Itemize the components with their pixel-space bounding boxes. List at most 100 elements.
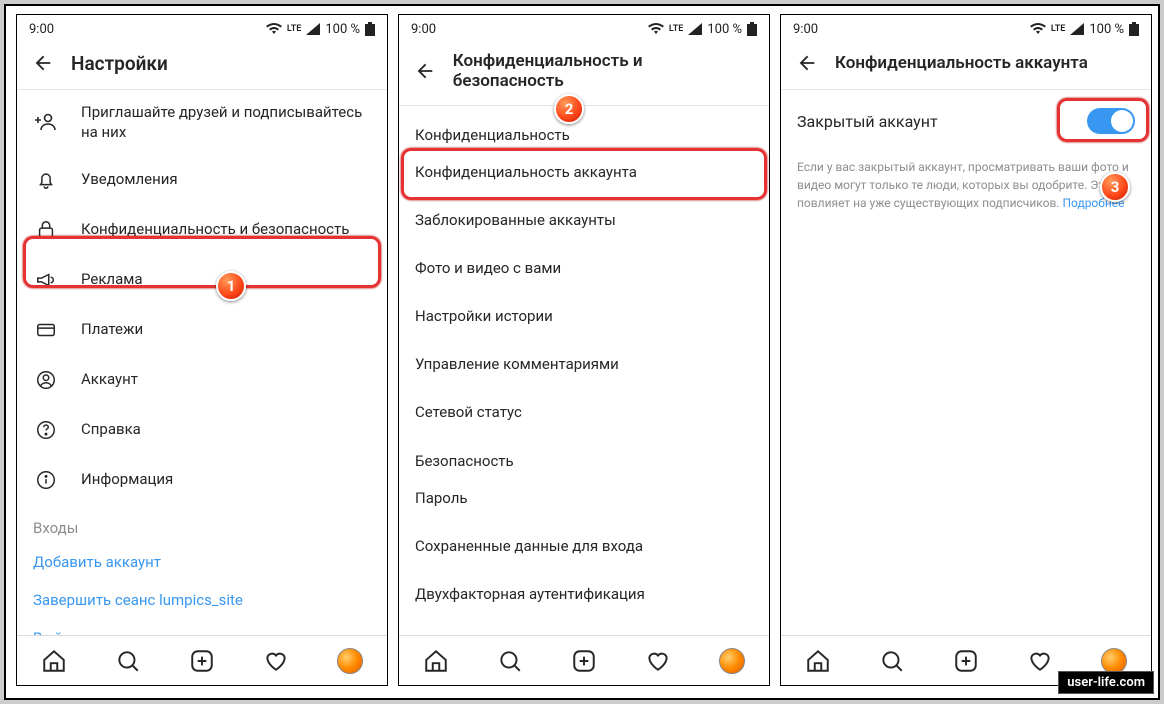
phone-privacy-security: 9:00 LTE 100 % Конфиденциальность и безо… <box>398 14 770 686</box>
bell-icon <box>33 167 59 193</box>
nav-home[interactable] <box>804 647 832 675</box>
row-password[interactable]: Пароль <box>399 474 769 522</box>
row-account[interactable]: Аккаунт <box>17 355 387 405</box>
lte-icon: LTE <box>1051 24 1065 34</box>
row-photos-videos[interactable]: Фото и видео с вами <box>399 244 769 292</box>
private-account-desc: Если у вас закрытый аккаунт, просматрива… <box>781 152 1151 218</box>
nav-activity[interactable] <box>644 647 672 675</box>
watermark: user-life.com <box>1058 671 1154 694</box>
battery-text: 100 % <box>1089 22 1124 37</box>
nav-profile[interactable] <box>718 647 746 675</box>
status-right: LTE 100 % <box>1030 22 1139 37</box>
nav-profile[interactable] <box>336 647 364 675</box>
row-help[interactable]: Справка <box>17 405 387 455</box>
row-privacy-security[interactable]: Конфиденциальность и безопасность <box>17 205 387 255</box>
nav-new-post[interactable] <box>570 647 598 675</box>
page-title: Конфиденциальность и безопасность <box>453 51 755 91</box>
bottom-nav <box>399 635 769 685</box>
phone-account-privacy: 9:00 LTE 100 % Конфиденциальность аккаун… <box>780 14 1152 686</box>
signal-icon <box>1070 23 1084 35</box>
link-logout-user[interactable]: Завершить сеанс lumpics_site <box>17 581 387 619</box>
wifi-icon <box>266 23 282 35</box>
nav-new-post[interactable] <box>952 647 980 675</box>
back-button[interactable] <box>413 59 437 83</box>
nav-activity[interactable] <box>262 647 290 675</box>
lte-icon: LTE <box>287 24 301 34</box>
status-right: LTE 100 % <box>266 22 375 37</box>
row-two-factor[interactable]: Двухфакторная аутентификация <box>399 570 769 618</box>
row-invite-friends[interactable]: Приглашайте друзей и подписывайтесь на н… <box>17 90 387 155</box>
nav-activity[interactable] <box>1026 647 1054 675</box>
private-account-label: Закрытый аккаунт <box>797 112 938 131</box>
settings-list: Приглашайте друзей и подписывайтесь на н… <box>17 90 387 635</box>
app-bar: Конфиденциальность аккаунта <box>781 43 1151 90</box>
status-bar: 9:00 LTE 100 % <box>399 15 769 43</box>
private-account-toggle[interactable] <box>1087 108 1135 134</box>
nav-home[interactable] <box>422 647 450 675</box>
megaphone-icon <box>33 267 59 293</box>
section-privacy: Конфиденциальность <box>399 106 769 148</box>
row-label: Платежи <box>81 319 143 339</box>
nav-home[interactable] <box>40 647 68 675</box>
user-icon <box>33 367 59 393</box>
step-badge-2: 2 <box>554 94 584 124</box>
row-label: Уведомления <box>81 169 178 189</box>
row-activity-status[interactable]: Сетевой статус <box>399 388 769 436</box>
lte-icon: LTE <box>669 24 683 34</box>
row-ads[interactable]: Реклама <box>17 255 387 305</box>
link-logout-all[interactable]: Выйти из всех аккаунтов <box>17 619 387 636</box>
avatar-icon <box>1101 648 1127 674</box>
wifi-icon <box>1030 23 1046 35</box>
row-label: Аккаунт <box>81 369 138 389</box>
add-user-icon <box>33 109 59 135</box>
row-payments[interactable]: Платежи <box>17 305 387 355</box>
row-notifications[interactable]: Уведомления <box>17 155 387 205</box>
link-add-account[interactable]: Добавить аккаунт <box>17 543 387 581</box>
battery-icon <box>747 22 757 36</box>
row-account-privacy[interactable]: Конфиденциальность аккаунта <box>399 148 769 196</box>
status-bar: 9:00 LTE 100 % <box>17 15 387 43</box>
step-badge-3: 3 <box>1100 172 1130 202</box>
nav-search[interactable] <box>878 647 906 675</box>
row-label: Конфиденциальность и безопасность <box>81 219 349 239</box>
card-icon <box>33 317 59 343</box>
battery-text: 100 % <box>707 22 742 37</box>
status-time: 9:00 <box>29 22 54 37</box>
row-blocked-accounts[interactable]: Заблокированные аккаунты <box>399 196 769 244</box>
status-right: LTE 100 % <box>648 22 757 37</box>
nav-new-post[interactable] <box>188 647 216 675</box>
battery-icon <box>365 22 375 36</box>
badge-number: 3 <box>1111 178 1120 196</box>
battery-text: 100 % <box>325 22 360 37</box>
row-info[interactable]: Информация <box>17 455 387 505</box>
battery-icon <box>1129 22 1139 36</box>
avatar-icon <box>337 648 363 674</box>
private-account-row: Закрытый аккаунт <box>781 90 1151 152</box>
status-time: 9:00 <box>411 22 436 37</box>
row-label: Информация <box>81 469 173 489</box>
page-title: Настройки <box>71 52 168 75</box>
row-story-settings[interactable]: Настройки истории <box>399 292 769 340</box>
bottom-nav <box>17 635 387 685</box>
signal-icon <box>306 23 320 35</box>
lock-icon <box>33 217 59 243</box>
avatar-icon <box>719 648 745 674</box>
info-icon <box>33 467 59 493</box>
row-label: Справка <box>81 419 141 439</box>
back-button[interactable] <box>31 51 55 75</box>
account-privacy-content: Закрытый аккаунт Если у вас закрытый акк… <box>781 90 1151 635</box>
status-time: 9:00 <box>793 22 818 37</box>
row-comment-controls[interactable]: Управление комментариями <box>399 340 769 388</box>
app-bar: Конфиденциальность и безопасность <box>399 43 769 106</box>
nav-search[interactable] <box>496 647 524 675</box>
page-title: Конфиденциальность аккаунта <box>835 53 1088 73</box>
signal-icon <box>688 23 702 35</box>
row-saved-login[interactable]: Сохраненные данные для входа <box>399 522 769 570</box>
wifi-icon <box>648 23 664 35</box>
privacy-list: Конфиденциальность Конфиденциальность ак… <box>399 106 769 635</box>
row-data-access[interactable]: Доступ к данным <box>399 618 769 635</box>
section-security: Безопасность <box>399 436 769 474</box>
row-label: Приглашайте друзей и подписывайтесь на н… <box>81 102 371 143</box>
nav-search[interactable] <box>114 647 142 675</box>
back-button[interactable] <box>795 51 819 75</box>
